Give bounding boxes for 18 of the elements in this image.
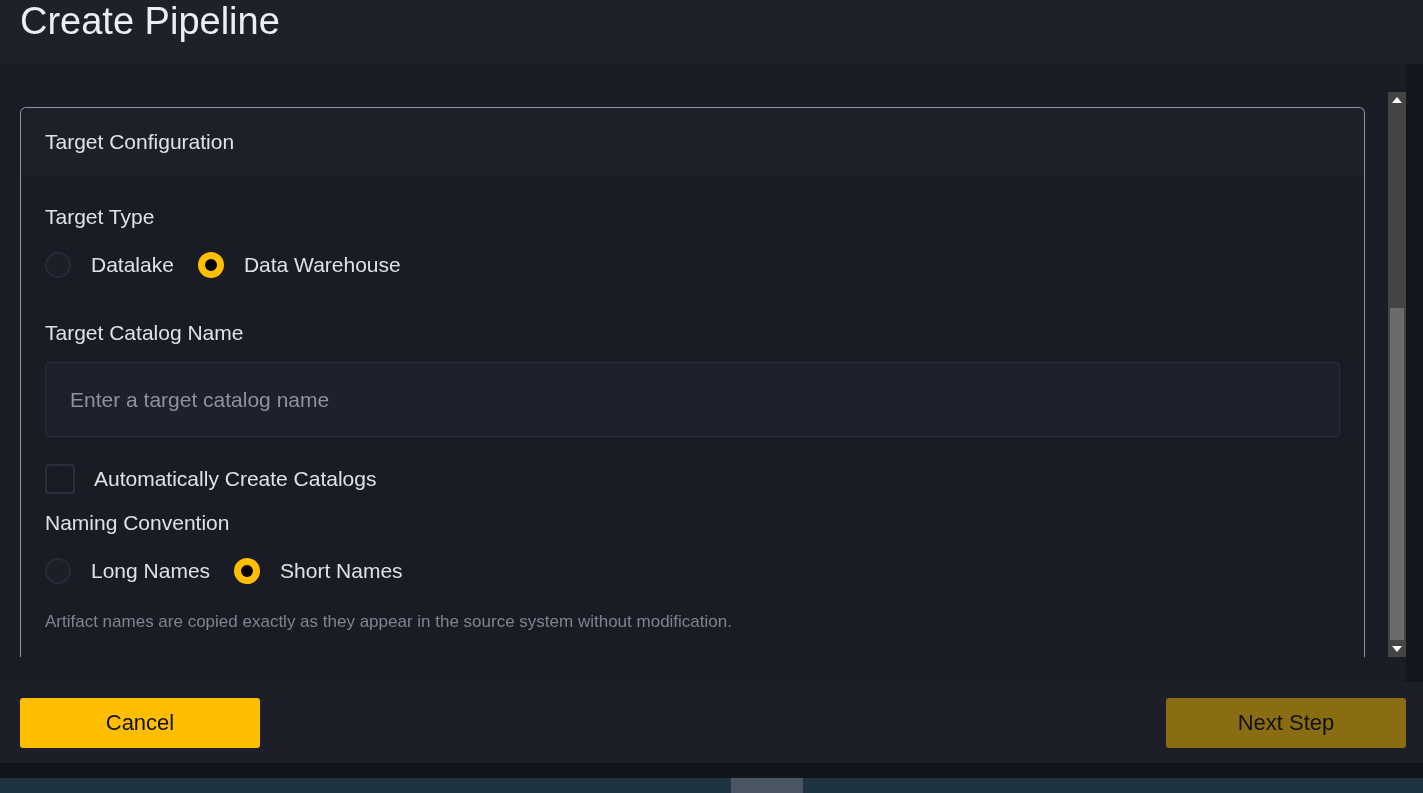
page-title: Create Pipeline — [20, 0, 280, 43]
field-label: Target Type — [45, 204, 156, 230]
cancel-button[interactable]: Cancel — [20, 697, 260, 748]
input-field[interactable]: Enter a target catalog name — [45, 362, 1340, 437]
taskbar-tile[interactable] — [731, 778, 803, 793]
radio-label[interactable]: Short Names — [280, 559, 403, 583]
scrollbar[interactable] — [1388, 92, 1406, 657]
scroll-down-icon[interactable] — [1392, 646, 1402, 652]
scrollbar-thumb[interactable] — [1390, 308, 1404, 640]
radio-label[interactable]: Datalake — [91, 253, 174, 277]
field-label: Target Catalog Name — [45, 320, 245, 346]
field-label: Naming Convention — [45, 510, 231, 536]
hint-text: Artifact names are copied exactly as they appear in the source system without modification. — [45, 612, 733, 632]
scroll-up-icon[interactable] — [1392, 97, 1402, 103]
card-title: Target Configuration — [45, 130, 235, 154]
checkbox-label[interactable]: Automatically Create Catalogs — [94, 467, 377, 491]
radio-label[interactable]: Data Warehouse — [243, 253, 401, 277]
radio-label[interactable]: Long Names — [91, 559, 211, 583]
